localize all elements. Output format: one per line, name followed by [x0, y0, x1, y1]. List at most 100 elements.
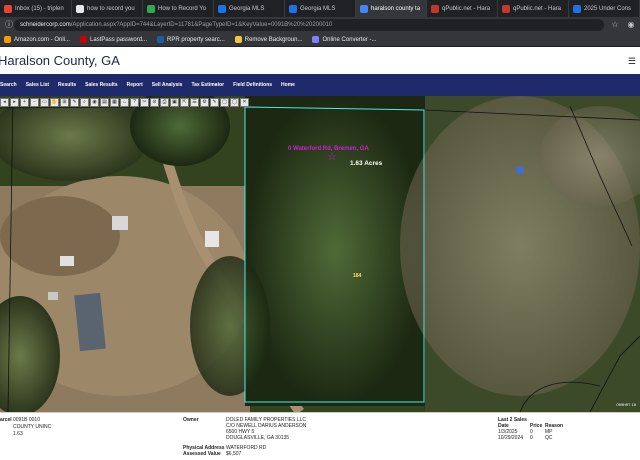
tab-favicon-icon — [4, 4, 12, 13]
map-tool-button[interactable]: ⇱ — [180, 98, 189, 107]
map-tool-button[interactable]: ⊞ — [60, 98, 69, 107]
bookmark-icon — [157, 36, 165, 43]
sale-date: 10/29/2024 — [498, 435, 524, 441]
browser-address-bar: ⓘ schneidercorp.com/Application.aspx?App… — [0, 17, 640, 33]
browser-tab[interactable]: qPublic.net - Hara — [498, 0, 569, 17]
bookmark-item[interactable]: Amazon.com - Onli... — [4, 36, 70, 43]
bookmark-item[interactable]: RPR property searc... — [157, 36, 225, 43]
bookmark-item[interactable]: LastPass password... — [80, 36, 147, 43]
map-tool-button[interactable]: ▸ — [10, 98, 19, 107]
browser-tab[interactable]: haralson county ta — [356, 0, 427, 17]
nav-item[interactable]: Sales Results — [85, 82, 118, 88]
tab-favicon-icon — [573, 4, 581, 13]
tab-label: Georgia MLS — [229, 5, 265, 12]
nav-item[interactable]: Sales List — [26, 82, 49, 88]
map-tool-button[interactable]: ▦ — [110, 98, 119, 107]
bookmark-icon — [4, 36, 11, 43]
map-tool-button[interactable]: ⚙ — [200, 98, 209, 107]
nav-item[interactable]: Report — [127, 82, 143, 88]
owner-line: DOUGLASVILLE, GA 30135 — [226, 435, 290, 441]
assessed-value: $6,507 — [226, 451, 242, 457]
map-tool-button[interactable]: ▢ — [220, 98, 229, 107]
menu-icon[interactable]: ☰ — [628, 56, 636, 67]
bookmark-label: Online Converter -... — [322, 36, 377, 43]
browser-tab[interactable]: 2025 Under Cons — [569, 0, 640, 17]
url-path: /Application.aspx?AppID=744&LayerID=1178… — [70, 22, 333, 28]
map-tool-button[interactable]: ✎ — [70, 98, 79, 107]
tab-label: haralson county ta — [371, 5, 421, 12]
map-tool-button[interactable]: ✎ — [210, 98, 219, 107]
browser-tab[interactable]: how to record you — [72, 0, 143, 17]
map-tool-button[interactable]: ⎙ — [160, 98, 169, 107]
star-marker-icon[interactable]: ☆ — [327, 150, 337, 163]
bookmarks-bar: Amazon.com - Onli... LastPass password...… — [0, 33, 640, 47]
tab-favicon-icon — [76, 4, 84, 13]
assessed-value-label: Assessed Value — [183, 451, 221, 457]
district: COUNTY UNINC — [13, 424, 52, 430]
map-tool-button[interactable]: ✋ — [50, 98, 59, 107]
bookmark-label: Amazon.com - Onli... — [14, 36, 71, 43]
map-tool-button[interactable]: ◂ — [0, 98, 9, 107]
page-title: Haralson County, GA — [0, 53, 120, 68]
browser-tab[interactable]: Georgia MLS — [214, 0, 285, 17]
profile-icon[interactable]: ◉ — [626, 20, 636, 30]
sale-reason: QC — [545, 435, 553, 441]
owner-label: Owner — [183, 417, 199, 423]
bookmark-label: RPR property searc... — [167, 36, 225, 43]
browser-tab[interactable]: qPublic.net - Hara — [427, 0, 498, 17]
parcel-map[interactable]: ◂ ▸ + − ▭ ✋ ⊞ ✎ ⌕ ◉ ▤ ▦ ⌂? ✂ ⊘ ⎙ ▣ ⇱ ☰ ⚙ ✎ ▢ ◯ ✕ 0 Waterford Rd… — [0, 96, 640, 412]
map-tool-button[interactable]: ⊘ — [150, 98, 159, 107]
bookmark-icon — [80, 36, 88, 43]
map-tool-button[interactable]: ⌕ — [80, 98, 89, 107]
nav-item[interactable]: Field Definitions — [233, 82, 272, 88]
parcel-number-label: 184 — [353, 273, 362, 279]
map-tool-button[interactable]: ⌂ — [120, 98, 129, 107]
tab-favicon-icon — [218, 4, 226, 13]
map-tool-button[interactable]: ▭ — [40, 98, 49, 107]
bookmark-star-icon[interactable]: ☆ — [610, 20, 620, 30]
map-tool-button[interactable]: − — [30, 98, 39, 107]
map-tool-button[interactable]: ☰ — [190, 98, 199, 107]
nav-item[interactable]: Tax Estimator — [191, 82, 224, 88]
acres-value: 1.63 — [13, 431, 23, 437]
tab-label: 2025 Under Cons — [584, 5, 632, 12]
map-tool-button[interactable]: ◯ — [230, 98, 239, 107]
parcel-details-panel: arcel 0091B 0010 COUNTY UNINC 1.63 Owner… — [0, 412, 640, 460]
map-tool-button[interactable]: ✂ — [140, 98, 149, 107]
parcel-label: arcel — [0, 417, 12, 423]
map-tool-button[interactable]: ▤ — [100, 98, 109, 107]
map-toolbar: ◂ ▸ + − ▭ ✋ ⊞ ✎ ⌕ ◉ ▤ ▦ ⌂? ✂ ⊘ ⎙ ▣ ⇱ ☰ ⚙ ✎ ▢ ◯ ✕ — [0, 98, 249, 108]
tab-label: qPublic.net - Hara — [442, 5, 491, 12]
tab-label: Georgia MLS — [300, 5, 336, 12]
browser-tab-strip: Inbox (15) - triplen how to record you How… — [0, 0, 640, 17]
tab-favicon-icon — [289, 4, 297, 13]
tab-label: how to record you — [87, 5, 135, 12]
parcel-acres-label: 1.63 Acres — [350, 160, 383, 167]
nav-item[interactable]: Results — [58, 82, 76, 88]
main-nav: Search Sales List Results Sales Results Repo… — [0, 74, 640, 96]
map-tool-button[interactable]: + — [20, 98, 29, 107]
url-field[interactable]: schneidercorp.com/Application.aspx?AppID… — [14, 19, 604, 31]
map-tool-button[interactable]: ▣ — [170, 98, 179, 107]
bookmark-label: Remove Backgroun... — [244, 36, 303, 43]
tab-favicon-icon — [147, 4, 155, 13]
browser-tab[interactable]: Georgia MLS — [285, 0, 356, 17]
site-info-icon[interactable]: ⓘ — [4, 20, 14, 30]
nav-item[interactable]: Sell Analysis — [152, 82, 183, 88]
aerial-imagery — [0, 96, 640, 412]
tab-favicon-icon — [360, 4, 368, 13]
bookmark-item[interactable]: Online Converter -... — [312, 36, 376, 43]
map-tool-button[interactable]: ◉ — [90, 98, 99, 107]
tab-label: How to Record Yo — [158, 5, 207, 12]
url-host: schneidercorp.com — [20, 22, 71, 28]
nav-item[interactable]: Search — [0, 82, 17, 88]
tab-favicon-icon — [431, 4, 439, 13]
browser-tab[interactable]: How to Record Yo — [143, 0, 214, 17]
browser-tab[interactable]: Inbox (15) - triplen — [0, 0, 72, 17]
tab-favicon-icon — [502, 4, 510, 13]
map-tool-button[interactable]: ? — [130, 98, 139, 107]
site-header: Haralson County, GA ☰ — [0, 47, 640, 74]
map-tool-button[interactable]: ✕ — [240, 98, 249, 107]
bookmark-item[interactable]: Remove Backgroun... — [234, 36, 303, 43]
nav-item[interactable]: Home — [281, 82, 295, 88]
